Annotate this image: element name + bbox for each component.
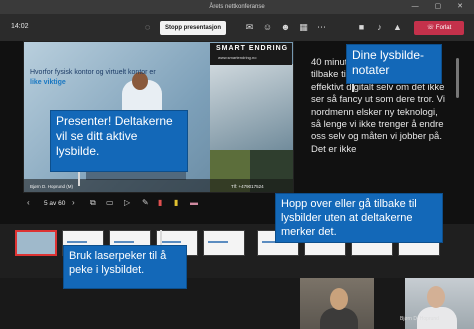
share-icon[interactable]: ▲ — [392, 22, 403, 33]
meeting-time: 14:02 — [11, 23, 29, 30]
grid-icon[interactable]: ⧉ — [90, 198, 96, 208]
callout-notes: Dine lysbilde-notater — [346, 44, 442, 84]
people-icon[interactable]: ☺ — [262, 22, 273, 33]
stop-presentation-button[interactable]: Stopp presentasjon — [160, 21, 226, 35]
chat-icon[interactable]: ✉ — [244, 22, 255, 33]
leave-button[interactable]: ☏ Forlat — [414, 21, 464, 35]
laser-icon[interactable]: ▷ — [124, 198, 130, 207]
callout-arrow — [160, 230, 162, 245]
window-title: Årets nettkonferanse — [209, 4, 265, 10]
slide-photo-right — [210, 64, 293, 152]
slide-heading-emphasis: like viktige — [30, 79, 66, 86]
participant-face — [330, 288, 348, 310]
filmstrip-thumb[interactable] — [203, 230, 245, 256]
thumb-title-bar — [208, 241, 228, 243]
participant-video-1[interactable] — [300, 278, 374, 329]
slide-footer-name: Bjørn D. Hoprund (M) — [30, 184, 74, 189]
camera-icon[interactable]: ■ — [356, 22, 367, 33]
shield-icon[interactable]: ◌ — [142, 22, 153, 33]
slide-logo-url: www.smartendring.no — [218, 55, 257, 60]
pen-icon[interactable]: ✎ — [142, 198, 149, 207]
slide-counter: 5 av 60 — [44, 200, 66, 207]
filmstrip-thumb-active[interactable] — [15, 230, 57, 256]
participant-body — [320, 308, 358, 329]
thumb-title-bar — [161, 241, 181, 243]
callout-laser: Bruk laserpeker til å peke i lysbildet. — [63, 245, 187, 289]
pointer-icon[interactable]: ▭ — [106, 198, 114, 207]
thumb-title-bar — [114, 241, 134, 243]
window-titlebar: Årets nettkonferanse — ▢ ✕ — [0, 0, 474, 14]
more-icon[interactable]: ⋯ — [316, 22, 327, 33]
callout-presenter: Presenter! Deltakerne vil se ditt aktive… — [50, 110, 188, 172]
prev-icon[interactable]: ‹ — [27, 198, 30, 207]
next-icon[interactable]: › — [72, 198, 75, 207]
highlighter-icon[interactable]: ▮ — [158, 198, 162, 207]
callout-arrow — [78, 172, 80, 186]
reactions-icon[interactable]: ☻ — [280, 22, 291, 33]
participant-name: Bjørn D. Hoprund — [400, 316, 439, 322]
slide-logo-title: SMART ENDRING — [216, 45, 289, 52]
participant-face — [427, 286, 445, 308]
callout-skip: Hopp over eller gå tilbake til lysbilder… — [275, 193, 443, 243]
callout-arrow — [352, 84, 354, 92]
meeting-toolbar: 14:02 ◌ Stopp presentasjon ✉ ☺ ☻ ▦ ⋯ ■ ♪… — [0, 14, 474, 42]
leave-label: Forlat — [435, 25, 452, 31]
window-controls[interactable]: — ▢ ✕ — [412, 0, 470, 14]
slide-controls: ‹ 5 av 60 › ⧉ ▭ ▷ ✎ ▮ ▮ ▬ — [0, 196, 300, 214]
thumb-title-bar — [67, 241, 87, 243]
marker-icon[interactable]: ▮ — [174, 198, 178, 207]
slide-footer-phone: Tlf: +479017524 — [231, 184, 264, 189]
eraser-icon[interactable]: ▬ — [190, 198, 198, 207]
rooms-icon[interactable]: ▦ — [298, 22, 309, 33]
slide-heading: Hvorfor fysisk kontor og virtuelt kontor… — [30, 69, 156, 76]
notes-scrollbar[interactable] — [456, 58, 459, 98]
mic-icon[interactable]: ♪ — [374, 22, 385, 33]
